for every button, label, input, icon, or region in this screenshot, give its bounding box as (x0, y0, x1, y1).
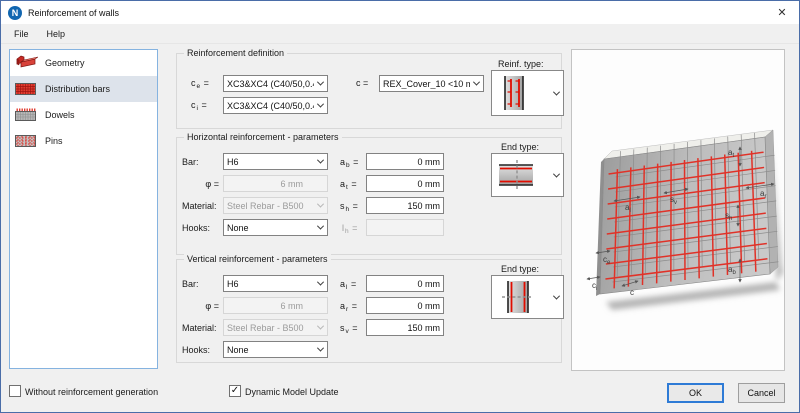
menu-help[interactable]: Help (38, 27, 75, 41)
bar-label: Bar: (182, 279, 199, 289)
sidebar-item-label: Geometry (45, 58, 85, 68)
v-hooks-combobox[interactable]: None (223, 341, 328, 358)
material-label: Material: (182, 201, 217, 211)
dynamic-model-update-label: Dynamic Model Update (245, 387, 339, 397)
h-end-type-combobox[interactable] (491, 153, 564, 197)
ar-field[interactable]: 0 mm (366, 297, 444, 314)
ce-label: ce = (191, 78, 209, 88)
h-bar-combobox[interactable]: H6 (223, 153, 328, 170)
chevron-down-icon[interactable] (470, 76, 483, 91)
lh-field (366, 219, 444, 236)
menu-bar: File Help (1, 24, 799, 44)
reinf-type-combobox[interactable] (491, 70, 564, 116)
v-phi-field: 6 mm (223, 297, 328, 314)
sidebar-item-pins[interactable]: Pins (10, 128, 157, 154)
cancel-button[interactable]: Cancel (738, 383, 785, 403)
distribution-bars-icon (14, 80, 38, 98)
v-end-type-label: End type: (501, 264, 539, 274)
sidebar-item-geometry[interactable]: Geometry (10, 50, 157, 76)
chevron-down-icon[interactable] (314, 154, 327, 169)
v-end-type-icon (500, 278, 534, 316)
group-title: Reinforcement definition (184, 48, 287, 58)
sidebar-item-dowels[interactable]: Dowels (10, 102, 157, 128)
hooks-label: Hooks: (182, 345, 210, 355)
sh-label: sh = (340, 201, 358, 211)
phi-label: φ = (182, 301, 219, 311)
group-title: Vertical reinforcement - parameters (184, 254, 331, 264)
pins-icon (14, 132, 38, 150)
close-icon[interactable]: ✕ (765, 1, 799, 24)
check-icon: ✓ (231, 386, 239, 396)
preview-viewport[interactable]: at ar sv al sh ab ce ci c (571, 49, 785, 371)
chevron-down-icon[interactable] (314, 98, 327, 113)
ce-combobox[interactable]: XC3&XC4 (C40/50,0.4 (223, 75, 328, 92)
ci-label: ci = (191, 100, 207, 110)
material-label: Material: (182, 323, 217, 333)
group-title: Horizontal reinforcement - parameters (184, 132, 342, 142)
sidebar-item-label: Pins (45, 136, 63, 146)
v-material-combobox: Steel Rebar - B500 (223, 319, 328, 336)
window-title: Reinforcement of walls (28, 8, 119, 18)
h-end-type-label: End type: (501, 142, 539, 152)
hooks-label: Hooks: (182, 223, 210, 233)
chevron-down-icon[interactable] (314, 276, 327, 291)
dynamic-model-update-checkbox[interactable]: ✓ (229, 385, 241, 397)
at-field[interactable]: 0 mm (366, 175, 444, 192)
reinforcement-dialog: N Reinforcement of walls ✕ File Help Geo… (0, 0, 800, 413)
menu-file[interactable]: File (5, 27, 38, 41)
at-label: at = (340, 179, 357, 189)
chevron-down-icon (314, 198, 327, 213)
chevron-down-icon[interactable] (550, 154, 563, 196)
sidebar-item-label: Dowels (45, 110, 75, 120)
chevron-down-icon[interactable] (550, 276, 563, 318)
sh-field[interactable]: 150 mm (366, 197, 444, 214)
c-label: c = (356, 78, 368, 88)
h-end-type-icon (496, 159, 536, 191)
ab-field[interactable]: 0 mm (366, 153, 444, 170)
chevron-down-icon[interactable] (550, 71, 563, 115)
dowels-icon (14, 106, 38, 124)
sv-label: sv = (340, 323, 358, 333)
h-material-combobox: Steel Rebar - B500 (223, 197, 328, 214)
al-label: al = (340, 279, 356, 289)
reinf-type-icon (500, 75, 528, 111)
al-field[interactable]: 0 mm (366, 275, 444, 292)
category-list: Geometry Distribution bars (9, 49, 158, 369)
ci-combobox[interactable]: XC3&XC4 (C40/50,0.4 (223, 97, 328, 114)
chevron-down-icon[interactable] (314, 220, 327, 235)
ar-label: ar = (340, 301, 357, 311)
chevron-down-icon (314, 320, 327, 335)
v-end-type-combobox[interactable] (491, 275, 564, 319)
v-bar-combobox[interactable]: H6 (223, 275, 328, 292)
ab-label: ab = (340, 157, 358, 167)
h-phi-field: 6 mm (223, 175, 328, 192)
h-hooks-combobox[interactable]: None (223, 219, 328, 236)
bar-label: Bar: (182, 157, 199, 167)
chevron-down-icon[interactable] (314, 76, 327, 91)
sidebar-item-label: Distribution bars (45, 84, 110, 94)
ok-button[interactable]: OK (667, 383, 724, 403)
sv-field[interactable]: 150 mm (366, 319, 444, 336)
lh-label: lh = (342, 223, 357, 233)
ann-c: c (630, 288, 634, 297)
c-combobox[interactable]: REX_Cover_10 <10 mm (379, 75, 484, 92)
chevron-down-icon[interactable] (314, 342, 327, 357)
wall-3d-preview: at ar sv al sh ab ce ci c (572, 50, 784, 370)
app-icon: N (8, 6, 22, 20)
geometry-icon (14, 54, 38, 72)
sidebar-item-distribution-bars[interactable]: Distribution bars (10, 76, 157, 102)
without-reinforcement-checkbox[interactable] (9, 385, 21, 397)
title-bar: N Reinforcement of walls ✕ (1, 1, 799, 24)
without-reinforcement-label: Without reinforcement generation (25, 387, 158, 397)
reinf-type-label: Reinf. type: (498, 59, 544, 69)
phi-label: φ = (182, 179, 219, 189)
